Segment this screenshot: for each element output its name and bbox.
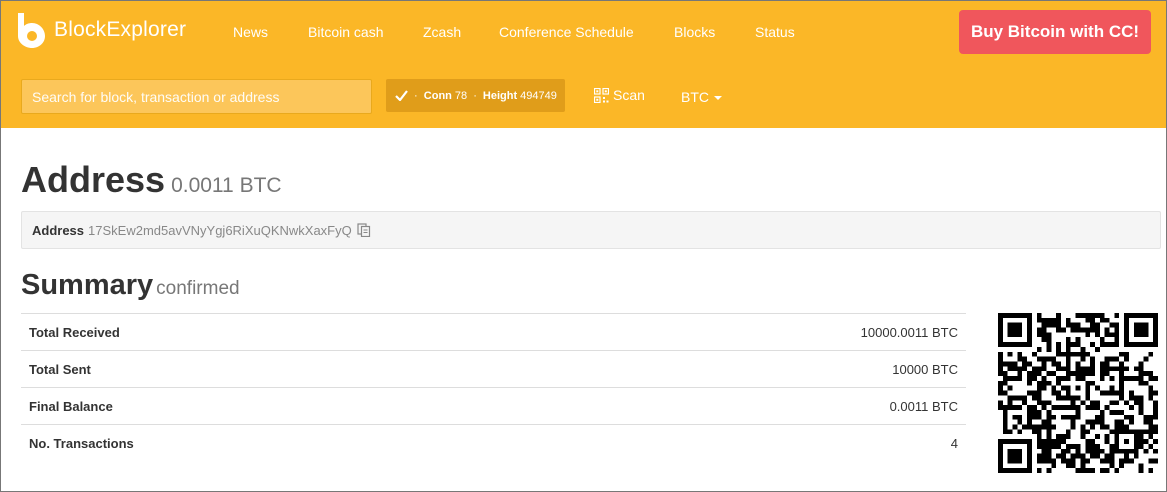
qrcode-icon [594,87,609,103]
nav-blocks[interactable]: Blocks [674,24,715,40]
table-row: Total Received 10000.0011 BTC [21,313,966,351]
buy-bitcoin-button[interactable]: Buy Bitcoin with CC! [959,10,1151,54]
table-row: Final Balance 0.0011 BTC [21,387,966,425]
address-balance: 0.0011 BTC [171,174,282,197]
row-value: 4 [507,424,966,462]
nav-conference-schedule[interactable]: Conference Schedule [499,24,634,40]
address-label: Address [32,222,85,238]
row-label: Total Received [21,313,507,351]
scan-button[interactable]: Scan [594,87,645,103]
summary-heading: Summary confirmed [21,269,240,302]
top-navbar: BlockExplorer News Bitcoin cash Zcash Co… [1,1,1166,128]
nav-news[interactable]: News [233,24,268,40]
copy-icon[interactable] [357,223,371,237]
summary-subtitle: confirmed [156,278,240,299]
row-label: Total Sent [21,350,507,388]
height-value: 494749 [520,89,557,102]
row-value: 10000 BTC [507,350,966,388]
row-value: 10000.0011 BTC [507,313,966,351]
brand-name: BlockExplorer [54,18,187,41]
currency-selected: BTC [681,89,709,105]
summary-title: Summary [21,269,154,301]
address-title: Address [21,159,166,200]
address-heading: Address 0.0011 BTC [21,159,282,201]
table-row: Total Sent 10000 BTC [21,350,966,388]
row-value: 0.0011 BTC [507,387,966,425]
row-label: No. Transactions [21,424,507,462]
address-qrcode [998,313,1158,473]
summary-table: Total Received 10000.0011 BTC Total Sent… [21,313,966,462]
caret-down-icon [714,96,722,100]
search-input[interactable] [21,79,372,114]
conn-value: 78 [454,89,468,102]
nav-zcash[interactable]: Zcash [423,24,461,40]
nav-bitcoin-cash[interactable]: Bitcoin cash [308,24,383,40]
conn-label: Conn [423,89,452,102]
address-value[interactable]: 17SkEw2md5avVNyYgj6RiXuQKNwkXaxFyQ [88,223,352,238]
address-box: Address 17SkEw2md5avVNyYgj6RiXuQKNwkXaxF… [21,211,1161,249]
nav-status[interactable]: Status [755,24,795,40]
height-label: Height [482,89,518,102]
currency-dropdown[interactable]: BTC [681,89,722,105]
row-label: Final Balance [21,387,507,425]
scan-label: Scan [613,87,645,103]
brand-link[interactable]: BlockExplorer [14,10,186,50]
blockexplorer-logo-icon [18,13,45,48]
table-row: No. Transactions 4 [21,424,966,462]
check-icon [395,90,408,101]
connection-status[interactable]: · Conn 78 · Height 494749 [386,79,565,112]
